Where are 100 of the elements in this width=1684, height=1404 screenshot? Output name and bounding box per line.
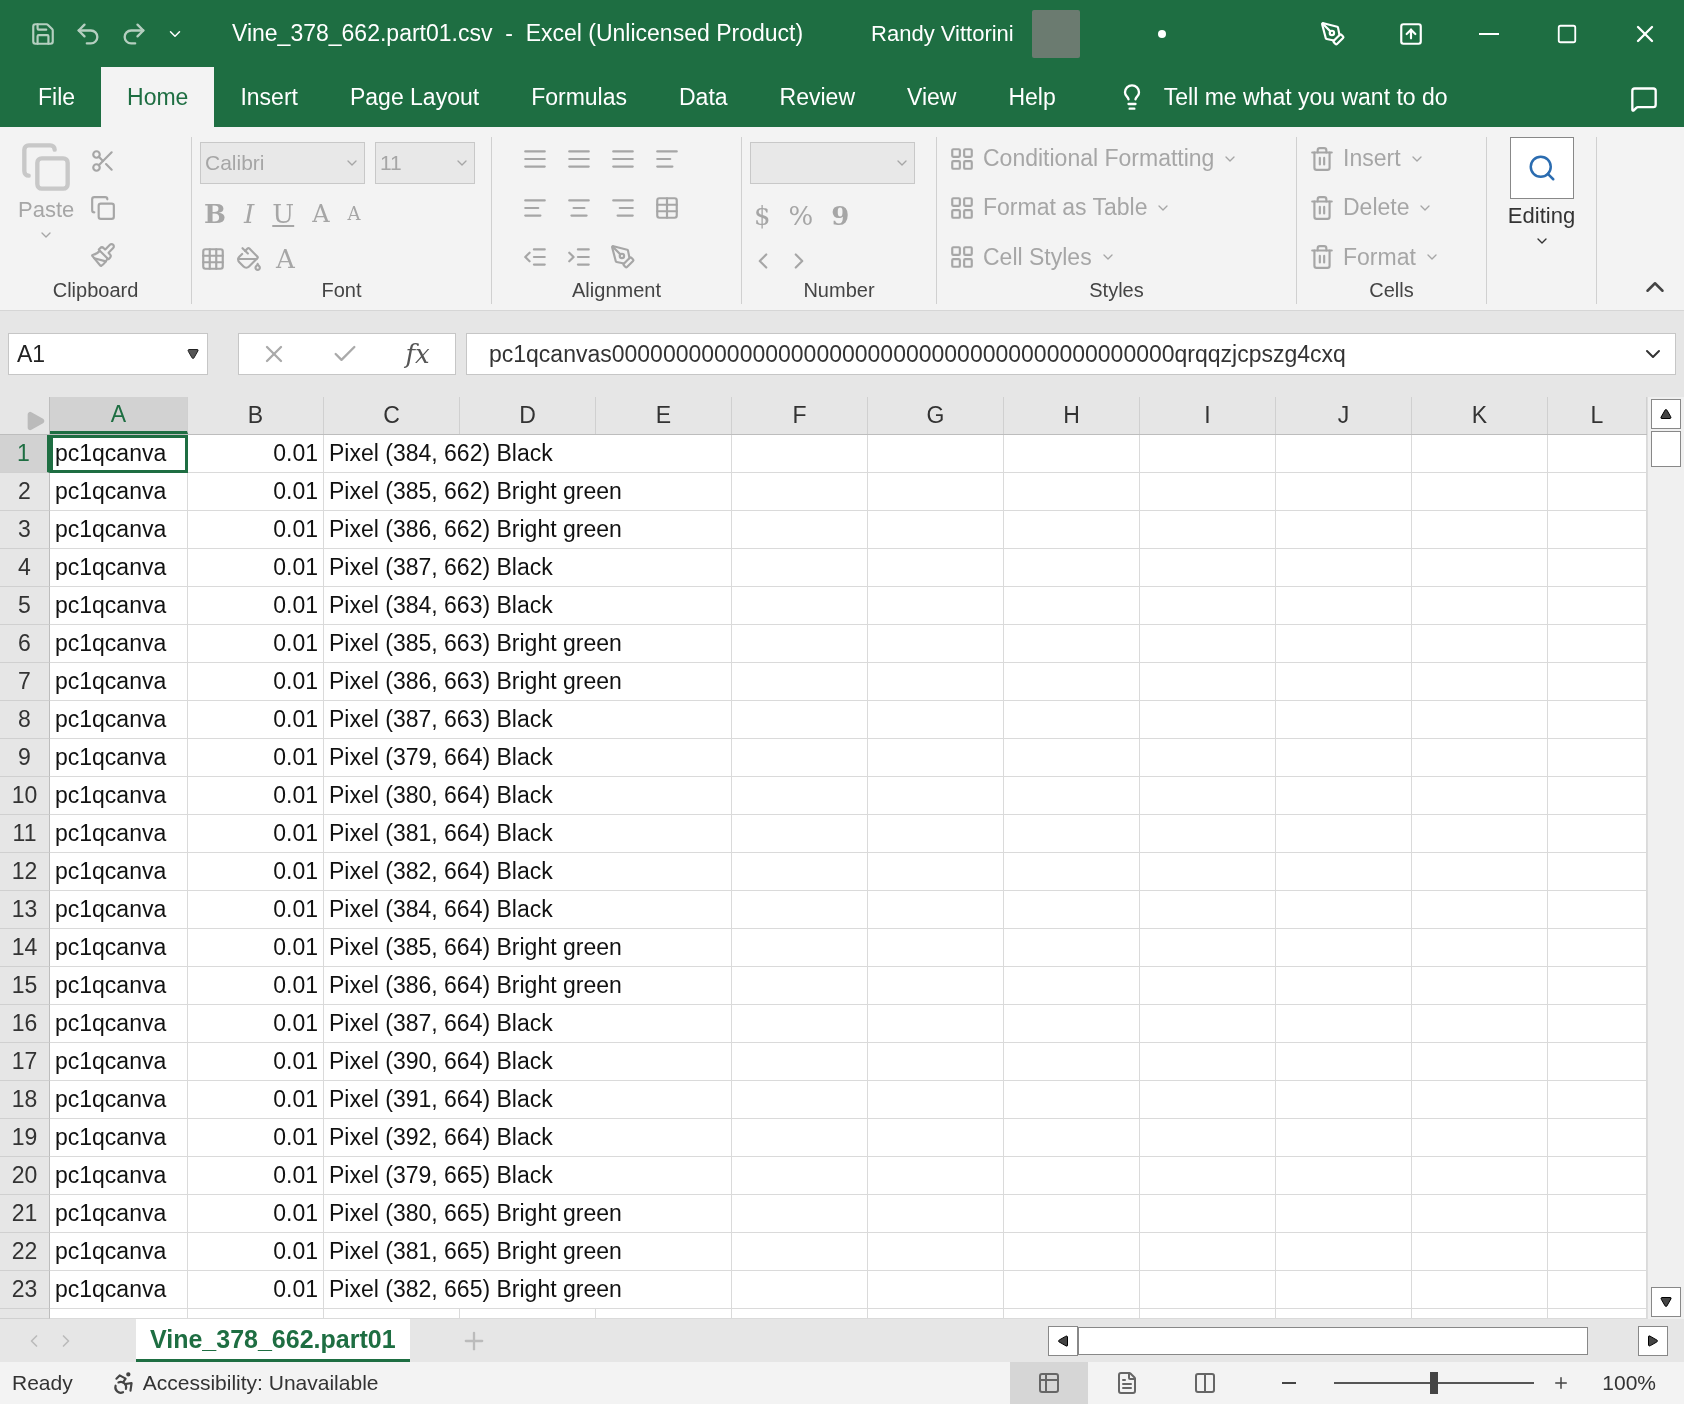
row-header[interactable]: 10 <box>0 777 50 815</box>
row-header[interactable]: 13 <box>0 891 50 929</box>
table-cell: pc1qcanva <box>50 511 188 549</box>
accessibility-status[interactable]: Accessibility: Unavailable <box>142 1371 379 1395</box>
row-header[interactable]: 6 <box>0 625 50 663</box>
row-header[interactable]: 3 <box>0 511 50 549</box>
row-header[interactable]: 19 <box>0 1119 50 1157</box>
table-cell: 0.01 <box>188 1157 324 1195</box>
row-header[interactable]: 22 <box>0 1233 50 1271</box>
row-header[interactable]: 20 <box>0 1157 50 1195</box>
table-cell: Pixel (380, 664) Black <box>324 777 732 815</box>
window-title: Vine_378_662.part01.csv - Excel (Unlicensed Product) <box>232 20 804 47</box>
table-cell: 0.01 <box>188 663 324 701</box>
row-header[interactable]: 7 <box>0 663 50 701</box>
menu-tab[interactable]: Formulas <box>505 67 653 127</box>
zoom-level[interactable]: 100% <box>1602 1371 1656 1395</box>
table-cell: pc1qcanva <box>50 1081 188 1119</box>
menu-tab[interactable]: Home <box>101 67 215 127</box>
row-header[interactable]: 11 <box>0 815 50 853</box>
table-cell: pc1qcanva <box>50 815 188 853</box>
group-label: Cells <box>1368 279 1415 303</box>
table-cell: Pixel (391, 664) Black <box>324 1081 732 1119</box>
menu-tab[interactable]: Data <box>653 67 754 127</box>
table-cell: Pixel (381, 665) Bright green <box>324 1233 732 1271</box>
menu-tab[interactable]: Review <box>753 67 881 127</box>
table-cell: 0.01 <box>188 1119 324 1157</box>
table-cell: pc1qcanva <box>50 853 188 891</box>
table-cell: 0.01 <box>188 549 324 587</box>
row-header[interactable]: 23 <box>0 1271 50 1309</box>
row-header[interactable]: 15 <box>0 967 50 1005</box>
zoom-thumb[interactable] <box>1430 1372 1439 1394</box>
row-header[interactable]: 5 <box>0 587 50 625</box>
table-cell: 0.01 <box>188 1043 324 1081</box>
menu-tab[interactable]: Insert <box>214 67 324 127</box>
table-cell: Pixel (384, 663) Black <box>324 587 732 625</box>
table-cell: Pixel (384, 664) Black <box>324 891 732 929</box>
table-cell: pc1qcanva <box>50 473 188 511</box>
row-header[interactable]: 17 <box>0 1043 50 1081</box>
row-header[interactable] <box>0 1309 50 1319</box>
scroll-down-button[interactable] <box>1651 1287 1681 1317</box>
minimize-icon <box>1479 32 1499 35</box>
table-cell: Pixel (385, 662) Bright green <box>324 473 732 511</box>
caret-icon <box>187 348 199 360</box>
row-header[interactable]: 12 <box>0 853 50 891</box>
name-box[interactable]: A1 <box>8 333 208 375</box>
table-cell: Pixel (380, 665) Bright green <box>324 1195 732 1233</box>
normal-view-icon <box>1037 1371 1062 1395</box>
row-header[interactable]: 18 <box>0 1081 50 1119</box>
menu-tab[interactable]: File <box>12 67 102 127</box>
table-cell: pc1qcanva <box>50 587 188 625</box>
table-cell: pc1qcanva <box>50 1195 188 1233</box>
table-cell: pc1qcanva <box>50 1271 188 1309</box>
grid-icon <box>949 195 975 221</box>
row-header[interactable]: 8 <box>0 701 50 739</box>
pen-icon <box>1320 20 1346 47</box>
table-cell: Pixel (386, 664) Bright green <box>324 967 732 1005</box>
scroll-thumb[interactable] <box>1078 1326 1588 1355</box>
row-header[interactable]: 16 <box>0 1005 50 1043</box>
scroll-thumb[interactable] <box>1651 431 1681 467</box>
table-cell: Pixel (386, 662) Bright green <box>324 511 732 549</box>
group-label: Alignment <box>571 279 662 303</box>
table-cell: 0.01 <box>188 853 324 891</box>
grid-icon <box>949 244 975 271</box>
row-header[interactable]: 14 <box>0 929 50 967</box>
menu-tab[interactable]: Page Layout <box>323 67 506 127</box>
table-cell: 0.01 <box>188 967 324 1005</box>
column-header[interactable]: A <box>50 397 188 434</box>
row-header[interactable]: 1 <box>0 435 50 473</box>
row-header[interactable]: 9 <box>0 739 50 777</box>
save-icon[interactable] <box>30 20 56 47</box>
scroll-left-button[interactable] <box>1048 1325 1078 1356</box>
row-header[interactable]: 21 <box>0 1195 50 1233</box>
normal-view-button[interactable] <box>1010 1362 1089 1404</box>
table-cell: Pixel (386, 663) Bright green <box>324 663 732 701</box>
scroll-right-button[interactable] <box>1638 1325 1668 1356</box>
menu-tab[interactable]: View <box>881 67 983 127</box>
tell-me-search[interactable]: Tell me what you want to do <box>1111 67 1454 127</box>
table-cell: 0.01 <box>188 701 324 739</box>
table-cell: pc1qcanva <box>50 1119 188 1157</box>
table-cell: Pixel (392, 664) Black <box>324 1119 732 1157</box>
menu-tab[interactable]: Help <box>982 67 1082 127</box>
comments-button[interactable] <box>1630 85 1658 113</box>
avatar-placeholder[interactable] <box>1031 9 1080 58</box>
table-cell: pc1qcanva <box>50 1005 188 1043</box>
group-label: Number <box>802 279 876 303</box>
row-header[interactable]: 4 <box>0 549 50 587</box>
group-label: Clipboard <box>51 279 140 303</box>
formula-field[interactable]: pc1qcanvas00000000000000000000000000000000000000000000qrqqzjcpszg4cxq <box>466 333 1676 375</box>
table-cell: Pixel (385, 664) Bright green <box>324 929 732 967</box>
table-cell: Pixel (390, 664) Black <box>324 1043 732 1081</box>
row-header[interactable]: 2 <box>0 473 50 511</box>
status-dot <box>1157 29 1166 38</box>
insert-function-button[interactable]: fx <box>401 339 434 369</box>
scroll-up-button[interactable] <box>1651 399 1681 429</box>
table-cell: Pixel (382, 664) Black <box>324 853 732 891</box>
table-cell: 0.01 <box>188 1271 324 1309</box>
table-cell: 0.01 <box>188 1081 324 1119</box>
table-cell: Pixel (379, 665) Black <box>324 1157 732 1195</box>
group-label: Styles <box>1088 279 1145 303</box>
sheet-tab[interactable]: Vine_378_662.part01 <box>136 1319 410 1362</box>
